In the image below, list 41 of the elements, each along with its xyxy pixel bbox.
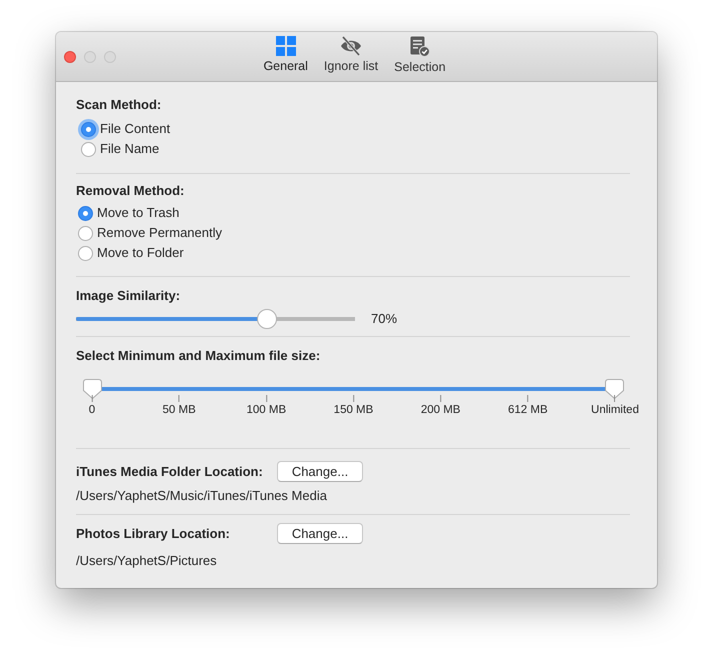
- tick-label: 100 MB: [246, 403, 286, 417]
- tick-mark: [614, 395, 616, 402]
- radio-option[interactable]: Move to Trash: [78, 203, 180, 223]
- tick-label: 50 MB: [162, 403, 196, 417]
- section-title: Photos Library Location:: [76, 524, 231, 543]
- section-title: Image Similarity:: [76, 287, 182, 305]
- radio-option[interactable]: File Name: [81, 139, 160, 159]
- tick-mark: [440, 395, 442, 402]
- document-check-icon: [410, 36, 430, 57]
- change-button[interactable]: Change...: [277, 523, 363, 544]
- slider-thumb[interactable]: [257, 309, 278, 329]
- tick-label: 150 MB: [334, 403, 374, 417]
- minimize-button[interactable]: [84, 50, 96, 62]
- similarity-value: 70%: [371, 310, 398, 328]
- range-thumb[interactable]: [605, 379, 624, 399]
- folder-path: /Users/YaphetS/Pictures: [76, 552, 218, 570]
- tick-label: Unlimited: [591, 403, 639, 417]
- range-thumb[interactable]: [83, 379, 102, 399]
- section-title: iTunes Media Folder Location:: [76, 462, 264, 480]
- close-button[interactable]: [64, 50, 76, 62]
- tick-mark: [178, 395, 180, 402]
- radio-option[interactable]: Remove Permanently: [78, 223, 222, 243]
- section-title: Removal Method:: [76, 182, 186, 200]
- tick-label: 200 MB: [420, 403, 460, 417]
- change-button[interactable]: Change...: [277, 461, 363, 482]
- tick-mark: [266, 395, 267, 402]
- tick-mark: [353, 395, 354, 402]
- tick-label: 612 MB: [508, 403, 548, 417]
- section-title: Select Minimum and Maximum file size:: [76, 347, 322, 365]
- toolbar-tab[interactable]: Ignore list: [318, 35, 384, 78]
- toolbar-tab[interactable]: Selection: [388, 35, 452, 78]
- tick-label: 0: [88, 403, 96, 417]
- folder-path: /Users/YaphetS/Music/iTunes/iTunes Media: [76, 487, 328, 505]
- eye-slash-icon: [340, 36, 362, 56]
- section-title: Scan Method:: [76, 96, 162, 114]
- radio-option[interactable]: Move to Folder: [78, 243, 184, 263]
- tick-mark: [527, 395, 528, 402]
- grid-icon: [276, 36, 296, 56]
- toolbar-tab[interactable]: General: [257, 35, 314, 78]
- zoom-button[interactable]: [104, 50, 116, 62]
- radio-option[interactable]: File Content: [81, 119, 170, 139]
